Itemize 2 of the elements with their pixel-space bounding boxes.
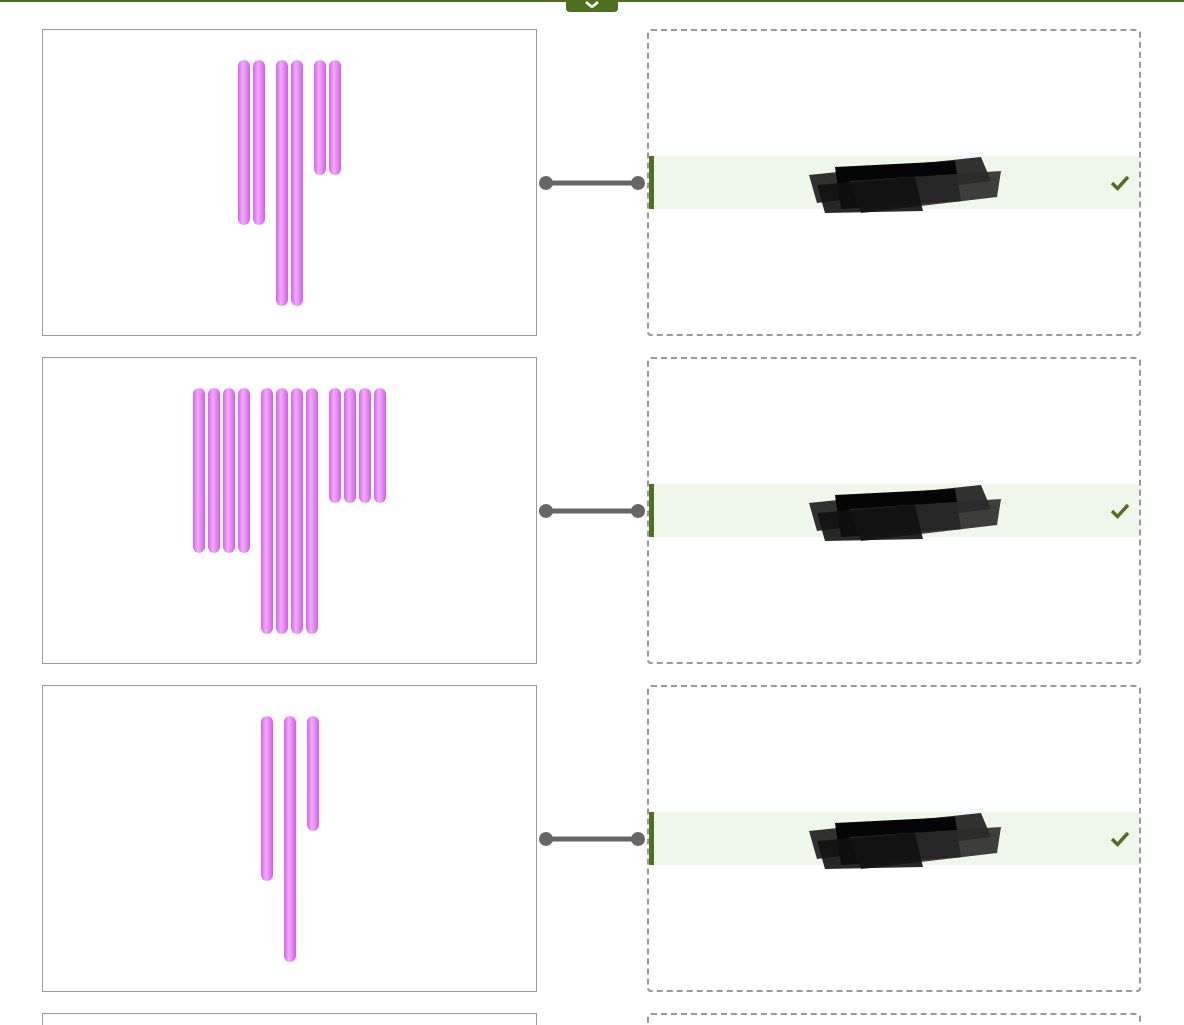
chevron-down-icon (585, 1, 599, 8)
collapse-tab[interactable] (566, 1, 618, 12)
